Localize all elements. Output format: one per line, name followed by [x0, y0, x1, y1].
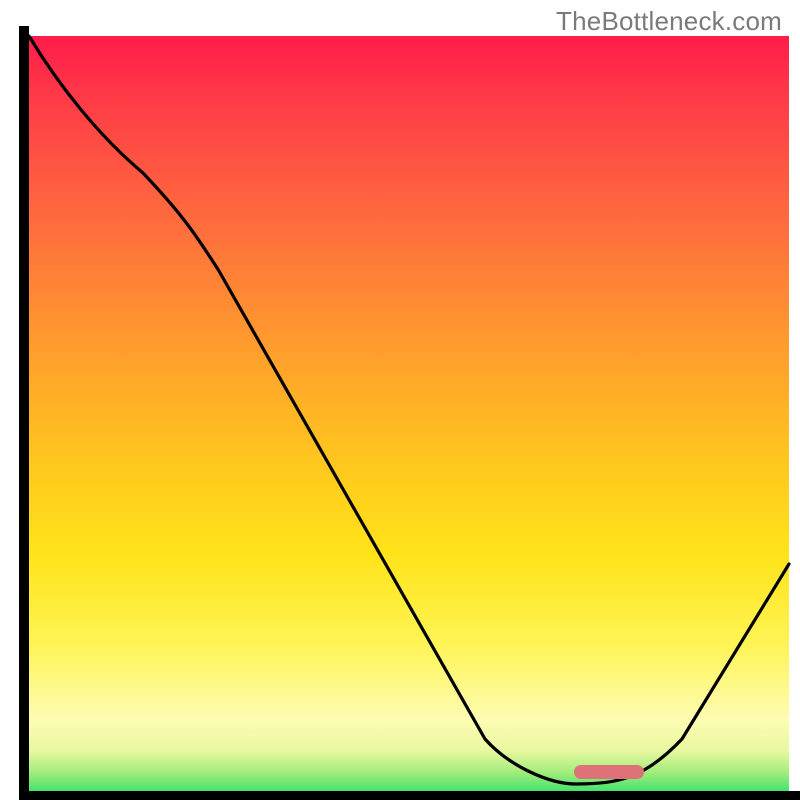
y-axis-line — [19, 26, 29, 800]
chart-canvas: TheBottleneck.com — [0, 0, 800, 800]
x-axis-line — [19, 791, 800, 800]
plot-area — [29, 36, 789, 796]
bottleneck-curve — [29, 36, 789, 784]
watermark-text: TheBottleneck.com — [556, 6, 782, 37]
optimum-marker — [574, 765, 644, 779]
curve-layer — [29, 36, 789, 796]
